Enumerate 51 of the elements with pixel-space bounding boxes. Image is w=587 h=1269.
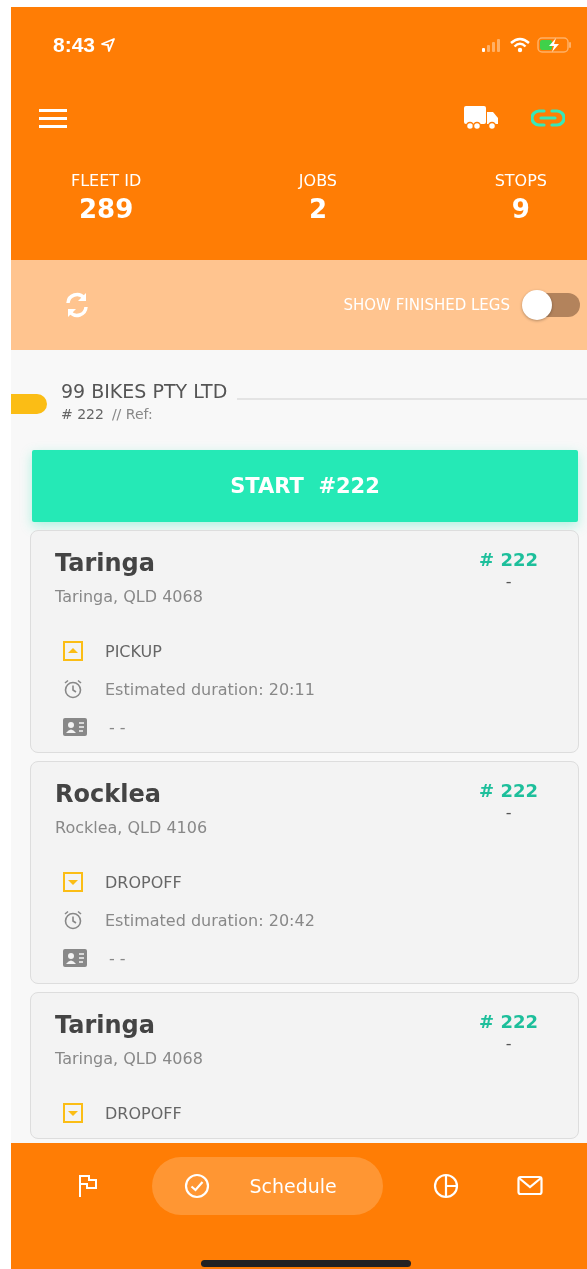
stat-label: FLEET ID: [71, 171, 142, 190]
dropoff-icon: [63, 1103, 83, 1123]
contact-text: - -: [109, 948, 126, 968]
stop-address: Taringa, QLD 4068: [55, 587, 203, 606]
menu-icon[interactable]: [39, 108, 67, 128]
stop-name: Rocklea: [55, 780, 162, 808]
job-ref: // Ref:: [111, 406, 153, 422]
alarm-clock-icon: [63, 679, 83, 699]
stat-value: 2: [308, 194, 327, 224]
company-name: 99 BIKES PTY LTD: [61, 380, 228, 402]
stat-value: 289: [78, 194, 134, 224]
dash-text: -: [505, 1034, 512, 1053]
alarm-clock-icon: [63, 910, 83, 930]
job-number: # 222: [61, 406, 104, 422]
pickup-icon: [63, 641, 83, 661]
signal-icon: [481, 38, 503, 52]
stop-name: Taringa: [55, 1011, 156, 1039]
dash-text: -: [505, 803, 512, 822]
link-icon[interactable]: [531, 109, 565, 127]
contact-text: - -: [109, 717, 126, 737]
job-marker: [11, 394, 47, 414]
stat-value: 9: [511, 194, 530, 224]
stat-label: JOBS: [298, 171, 338, 190]
refresh-icon[interactable]: [63, 291, 91, 319]
truck-icon[interactable]: [463, 105, 499, 131]
battery-icon: [537, 36, 573, 54]
location-arrow-icon: [101, 38, 116, 52]
stop-address: Rocklea, QLD 4106: [55, 818, 208, 837]
wifi-icon: [509, 37, 531, 53]
job-number: # 222: [479, 549, 538, 570]
stop-type: DROPOFF: [105, 1103, 182, 1123]
stop-card[interactable]: Taringa Taringa, QLD 4068 # 222 - PICKUP Estimated duration: 20:11 - -: [30, 530, 579, 753]
estimated-duration: Estimated duration: 20:42: [105, 910, 315, 930]
toggle-switch[interactable]: [524, 293, 580, 317]
estimated-duration: Estimated duration: 20:11: [105, 679, 315, 699]
job-number: # 222: [479, 780, 538, 801]
stop-card[interactable]: Rocklea Rocklea, QLD 4106 # 222 - DROPOFF Estimated duration: 20:42 - -: [30, 761, 579, 984]
stop-type: DROPOFF: [105, 872, 182, 892]
dash-text: -: [505, 572, 512, 591]
stop-address: Taringa, QLD 4068: [55, 1049, 203, 1068]
stop-card[interactable]: Taringa Taringa, QLD 4068 # 222 - DROPOFF: [30, 992, 579, 1139]
stop-type: PICKUP: [105, 641, 162, 661]
job-number: # 222: [479, 1011, 538, 1032]
stop-name: Taringa: [55, 549, 156, 577]
dropoff-icon: [63, 872, 83, 892]
status-time: 8:43: [53, 33, 96, 57]
check-circle-icon: [183, 1173, 210, 1199]
stat-label: STOPS: [494, 171, 547, 190]
filter-label: SHOW FINISHED LEGS: [343, 296, 510, 314]
contact-card-icon: [63, 949, 87, 967]
contact-card-icon: [63, 718, 87, 736]
